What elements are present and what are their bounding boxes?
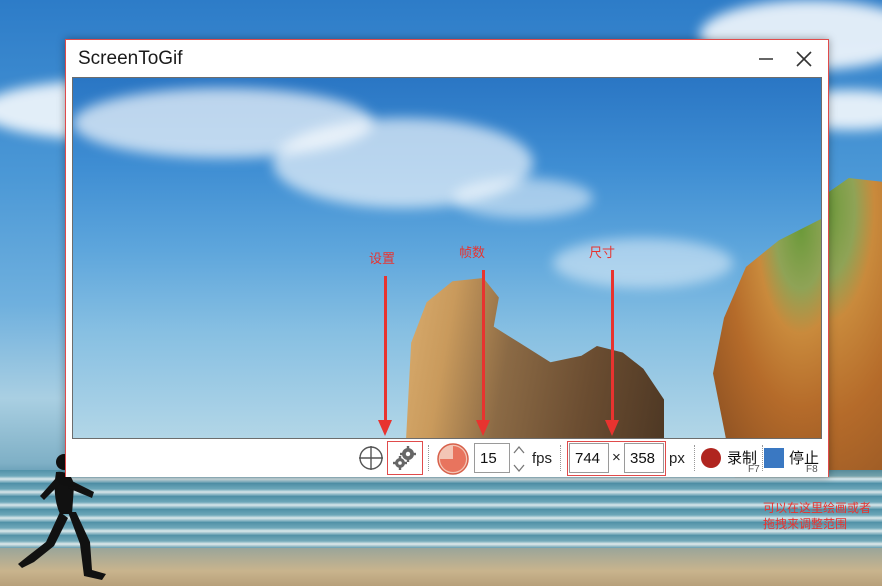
beach-sand	[0, 548, 882, 586]
title-bar[interactable]: ScreenToGif	[66, 40, 828, 77]
rock-formation	[406, 278, 664, 438]
annotation-size: 尺寸	[589, 246, 616, 261]
annotation-arrow	[378, 276, 392, 436]
annotation-frame-rate: 帧数	[459, 246, 486, 261]
sea	[0, 470, 882, 550]
annotation-note: 可以在这里绘画或者拖拽来调整范围	[763, 501, 872, 531]
stop-button[interactable]: 停止 F8	[764, 441, 824, 475]
screentogif-window: ScreenToGif 设置 帧数 尺寸 15 fps 744 × 358 px…	[65, 39, 829, 477]
record-hotkey: F7	[748, 464, 760, 475]
cloud	[553, 238, 733, 288]
cliff	[713, 218, 821, 438]
minimize-icon	[759, 58, 773, 60]
window-title: ScreenToGif	[78, 48, 183, 69]
capture-area[interactable]: 设置 帧数 尺寸	[72, 77, 822, 439]
stop-hotkey: F8	[806, 464, 818, 475]
size-unit: px	[669, 450, 685, 467]
height-input[interactable]: 358	[624, 443, 664, 473]
fps-input[interactable]: 15	[474, 443, 510, 473]
toolbar-separator	[560, 445, 561, 471]
toolbar-separator	[428, 445, 429, 471]
crosshair-icon	[359, 446, 383, 470]
annotation-arrow	[476, 270, 490, 436]
chevron-down-icon[interactable]	[513, 462, 525, 474]
settings-button[interactable]	[387, 441, 423, 475]
width-input[interactable]: 744	[569, 443, 609, 473]
annotation-settings: 设置	[369, 252, 396, 267]
fps-timer-indicator	[436, 442, 470, 476]
chevron-up-icon[interactable]	[513, 444, 525, 456]
select-area-button[interactable]	[357, 444, 385, 472]
toolbar-separator	[762, 445, 763, 471]
close-button[interactable]	[786, 44, 822, 74]
toolbar-separator	[694, 445, 695, 471]
record-dot-icon	[701, 448, 721, 468]
times-sign: ×	[612, 449, 621, 466]
fps-unit: fps	[532, 450, 553, 467]
close-icon	[796, 51, 812, 67]
minimize-button[interactable]	[748, 44, 784, 74]
stop-square-icon	[764, 448, 784, 468]
pie-timer-icon	[437, 443, 469, 475]
fps-stepper[interactable]	[510, 444, 527, 474]
annotation-arrow	[605, 270, 619, 436]
record-button[interactable]: 录制 F7	[698, 441, 760, 475]
toolbar: 15 fps 744 × 358 px 录制 F7 停止 F8	[66, 439, 828, 477]
cloud	[453, 178, 593, 218]
gear-icon	[393, 446, 416, 470]
